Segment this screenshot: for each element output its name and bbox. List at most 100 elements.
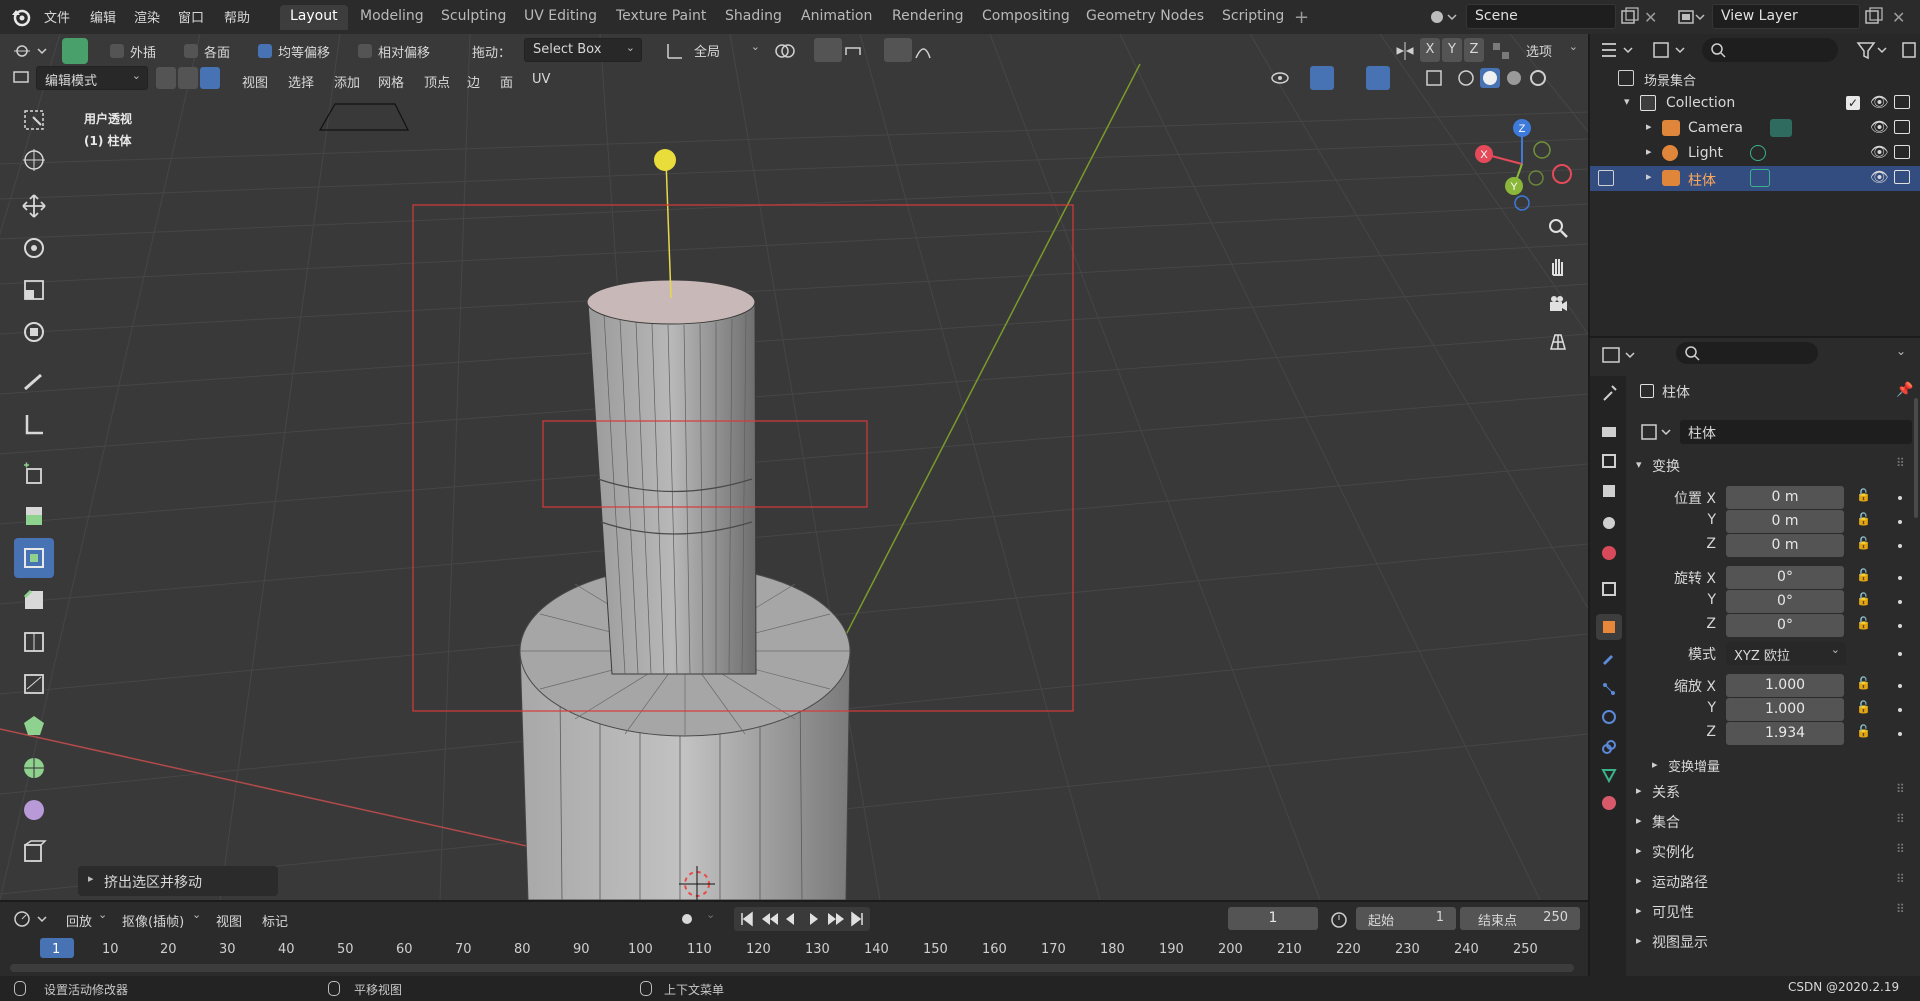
- rotation-x-field[interactable]: 0°: [1726, 566, 1844, 589]
- chevron-down-icon[interactable]: ⌄: [1896, 344, 1906, 358]
- add-cube-tool-icon[interactable]: [14, 454, 54, 494]
- keyframe-dot-icon[interactable]: [1898, 624, 1902, 628]
- eye-icon[interactable]: 👁: [1870, 143, 1889, 161]
- instancing-section-header[interactable]: 实例化: [1652, 842, 1694, 862]
- expand-right-icon[interactable]: ▸: [1636, 904, 1642, 917]
- delta-transform-subsection[interactable]: 变换增量: [1668, 756, 1720, 775]
- eye-icon[interactable]: 👁: [1870, 168, 1889, 186]
- keyframe-dot-icon[interactable]: [1898, 600, 1902, 604]
- unlock-icon[interactable]: 🔓: [1856, 724, 1871, 738]
- scale-x-field[interactable]: 1.000: [1726, 674, 1844, 697]
- inset-faces-tool-icon[interactable]: [14, 538, 54, 578]
- modifier-tab-icon[interactable]: [1596, 646, 1622, 672]
- options-dropdown[interactable]: 选项 ⌄: [1526, 38, 1580, 62]
- 3d-viewport[interactable]: 外插 各面 均等偏移 相对偏移 拖动： Select Box ⌄ 全局 ⌄ X …: [0, 34, 1588, 900]
- keyframe-dot-icon[interactable]: [1898, 652, 1902, 656]
- face-select-icon[interactable]: [200, 67, 220, 89]
- view-layer-close-icon[interactable]: ✕: [1892, 8, 1910, 27]
- transform-section-header[interactable]: 变换: [1652, 456, 1680, 476]
- expand-right-icon[interactable]: ▸: [1652, 758, 1658, 771]
- edit-mode-icon[interactable]: [1598, 170, 1614, 186]
- scene-copy-icon[interactable]: [1618, 6, 1640, 28]
- drag-handle-icon[interactable]: ⠿: [1896, 902, 1905, 916]
- perspective-toggle-icon[interactable]: [1542, 326, 1574, 358]
- menu-render[interactable]: 渲染: [134, 7, 160, 26]
- keyframe-dot-icon[interactable]: [1898, 496, 1902, 500]
- knife-tool-icon[interactable]: [14, 664, 54, 704]
- even-offset-checkbox[interactable]: [258, 44, 272, 58]
- expand-right-icon[interactable]: ▸: [1646, 120, 1652, 133]
- mirror-options-icon[interactable]: [1394, 40, 1416, 62]
- expand-right-icon[interactable]: ▸: [1636, 844, 1642, 857]
- output-tab-icon[interactable]: [1596, 448, 1622, 474]
- drag-handle-icon[interactable]: ⠿: [1896, 872, 1905, 886]
- unlock-icon[interactable]: 🔓: [1856, 536, 1871, 550]
- keyframe-dot-icon[interactable]: [1898, 576, 1902, 580]
- outliner-editor-type-icon[interactable]: [1598, 38, 1636, 62]
- expand-right-icon[interactable]: ▸: [1646, 170, 1652, 183]
- light-data-icon[interactable]: [1750, 145, 1766, 161]
- viewport-display-section-header[interactable]: 视图显示: [1652, 932, 1708, 952]
- measure-tool-icon[interactable]: [14, 404, 54, 444]
- scale-z-field[interactable]: 1.934: [1726, 722, 1844, 745]
- collection-tab-icon[interactable]: [1596, 576, 1622, 602]
- rotation-z-field[interactable]: 0°: [1726, 614, 1844, 637]
- render-camera-icon[interactable]: [1894, 95, 1910, 109]
- particles-tab-icon[interactable]: [1596, 676, 1622, 702]
- last-operator-panel[interactable]: ▸ 挤出选区并移动: [78, 866, 278, 896]
- scene-selector-icon[interactable]: [1428, 6, 1458, 28]
- expand-right-icon[interactable]: ▸: [1636, 874, 1642, 887]
- preview-range-icon[interactable]: [1328, 908, 1350, 930]
- edge-select-icon[interactable]: [178, 67, 198, 89]
- location-z-field[interactable]: 0 m: [1726, 534, 1844, 557]
- view-layer-icon[interactable]: [1676, 6, 1706, 28]
- tool-tab-icon[interactable]: [1596, 380, 1622, 406]
- scale-tool-icon[interactable]: [14, 270, 54, 310]
- collection-include-checkbox[interactable]: ✓: [1846, 96, 1860, 110]
- object-name-field[interactable]: 柱体: [1680, 420, 1912, 444]
- location-y-field[interactable]: 0 m: [1726, 510, 1844, 533]
- blender-logo-icon[interactable]: [10, 6, 32, 28]
- vertex-select-icon[interactable]: [156, 67, 176, 89]
- view-layer-field[interactable]: View Layer: [1712, 4, 1860, 29]
- timeline-editor-type-icon[interactable]: [10, 908, 50, 930]
- menu-add[interactable]: 添加: [334, 72, 360, 91]
- scene-name-field[interactable]: Scene: [1466, 4, 1616, 29]
- menu-view[interactable]: 视图: [242, 72, 268, 91]
- mode-dropdown[interactable]: 编辑模式 ⌄: [36, 66, 148, 90]
- pan-hand-icon[interactable]: [1542, 250, 1574, 282]
- record-icon[interactable]: [676, 908, 706, 930]
- view-layer-tab-icon[interactable]: [1596, 478, 1622, 504]
- constraints-tab-icon[interactable]: [1596, 734, 1622, 760]
- expand-right-icon[interactable]: ▸: [1646, 145, 1652, 158]
- current-frame-field[interactable]: 1: [1228, 907, 1318, 930]
- marker-menu[interactable]: 标记: [262, 911, 288, 930]
- outliner-row-collection[interactable]: ▾ Collection ✓ 👁: [1590, 91, 1920, 116]
- drag-handle-icon[interactable]: ⠿: [1896, 842, 1905, 856]
- select-box-tool-icon[interactable]: [14, 100, 54, 140]
- camera-data-icon[interactable]: [1770, 119, 1792, 137]
- keyframe-dot-icon[interactable]: [1898, 544, 1902, 548]
- playback-menu[interactable]: 回放: [66, 911, 92, 930]
- visibility-section-header[interactable]: 可见性: [1652, 902, 1694, 922]
- relations-section-header[interactable]: 关系: [1652, 782, 1680, 802]
- mesh-data-icon[interactable]: [1750, 169, 1770, 187]
- zoom-icon[interactable]: [1542, 212, 1574, 244]
- expand-down-icon[interactable]: ▾: [1624, 95, 1630, 108]
- editor-type-icon[interactable]: [10, 66, 34, 90]
- orientation-dropdown[interactable]: 全局 ⌄: [690, 38, 760, 62]
- menu-vertex[interactable]: 顶点: [424, 72, 450, 91]
- unlock-icon[interactable]: 🔓: [1856, 568, 1871, 582]
- object-browse-icon[interactable]: [1638, 420, 1678, 444]
- material-shading-icon[interactable]: [1504, 68, 1524, 88]
- location-x-field[interactable]: 0 m: [1726, 486, 1844, 509]
- render-tab-icon[interactable]: [1596, 418, 1622, 444]
- auto-merge-icon[interactable]: [1490, 40, 1512, 62]
- tab-geometry-nodes[interactable]: Geometry Nodes: [1076, 5, 1214, 30]
- cursor-tool-icon[interactable]: [14, 140, 54, 180]
- mirror-x-toggle[interactable]: X: [1420, 38, 1440, 62]
- extrude-region-tool-icon[interactable]: [14, 496, 54, 536]
- mirror-y-toggle[interactable]: Y: [1442, 38, 1462, 62]
- display-mode-icon[interactable]: [1650, 38, 1688, 62]
- camera-view-icon[interactable]: [1542, 288, 1574, 320]
